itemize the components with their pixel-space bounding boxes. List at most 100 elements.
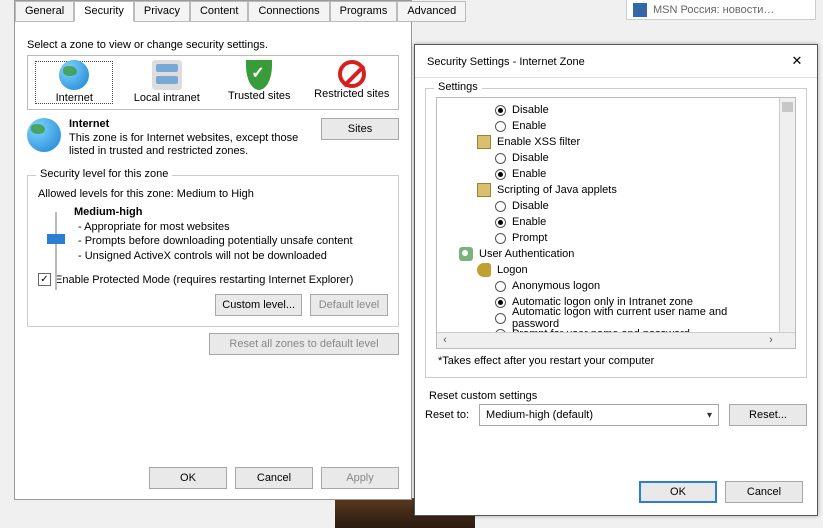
option-automatic-logon-with-current-user-name-and-password[interactable]: Automatic logon with current user name a… xyxy=(443,310,773,326)
radio-icon[interactable] xyxy=(495,105,506,116)
radio-icon[interactable] xyxy=(495,297,506,308)
protected-mode-label: Enable Protected Mode (requires restarti… xyxy=(55,274,353,286)
reset-all-zones-button[interactable]: Reset all zones to default level xyxy=(209,333,399,355)
option-anonymous-logon[interactable]: Anonymous logon xyxy=(443,278,773,294)
cancel-button[interactable]: Cancel xyxy=(725,481,803,503)
tree-label: Disable xyxy=(512,104,549,116)
tab-content[interactable]: Content xyxy=(190,1,249,22)
tab-connections[interactable]: Connections xyxy=(248,1,329,22)
category-scripting-of-java-applets: Scripting of Java applets xyxy=(443,182,773,198)
zone-local-intranet[interactable]: Local intranet xyxy=(127,60,207,105)
reset-button[interactable]: Reset... xyxy=(729,404,807,426)
option-enable[interactable]: Enable xyxy=(443,118,773,134)
ok-button[interactable]: OK xyxy=(639,481,717,503)
zone-restricted-sites[interactable]: Restricted sites xyxy=(312,60,392,105)
zone-trusted-sites[interactable]: Trusted sites xyxy=(219,60,299,105)
apply-button[interactable]: Apply xyxy=(321,467,399,489)
category-enable-xss-filter: Enable XSS filter xyxy=(443,134,773,150)
zone-list: Internet Local intranet Trusted sites Restr… xyxy=(27,55,399,110)
slider-thumb-icon[interactable] xyxy=(47,234,65,244)
cancel-button[interactable]: Cancel xyxy=(235,467,313,489)
horizontal-scrollbar[interactable]: ‹ › xyxy=(437,332,795,348)
option-disable[interactable]: Disable xyxy=(443,102,773,118)
security-level-group: Security level for this zone Allowed lev… xyxy=(27,175,399,327)
tab-advanced[interactable]: Advanced xyxy=(397,1,466,22)
tab-programs[interactable]: Programs xyxy=(330,1,398,22)
servers-icon xyxy=(152,60,182,90)
security-tab-body: Select a zone to view or change security… xyxy=(15,23,411,365)
level-bullet: - Prompts before downloading potentially… xyxy=(78,234,353,248)
close-icon[interactable]: ✕ xyxy=(787,53,807,71)
users-icon xyxy=(459,247,473,261)
scroll-right-icon[interactable]: › xyxy=(763,333,779,349)
protected-mode-checkbox[interactable]: ✓ xyxy=(38,273,51,286)
radio-icon[interactable] xyxy=(495,217,506,228)
tabstrip: GeneralSecurityPrivacyContentConnections… xyxy=(15,1,411,23)
option-enable[interactable]: Enable xyxy=(443,214,773,230)
default-level-button[interactable]: Default level xyxy=(310,294,388,316)
radio-icon[interactable] xyxy=(495,201,506,212)
tree-label: Enable xyxy=(512,216,546,228)
custom-level-button[interactable]: Custom level... xyxy=(215,294,302,316)
tree-label: Automatic logon with current user name a… xyxy=(512,306,773,330)
slider-track xyxy=(55,212,57,290)
reset-level-combo[interactable]: Medium-high (default) ▾ xyxy=(479,404,719,426)
radio-icon[interactable] xyxy=(495,313,506,324)
sites-button[interactable]: Sites xyxy=(321,118,399,140)
tab-security[interactable]: Security xyxy=(74,1,134,22)
background-browser-tab: MSN Россия: новости… xyxy=(626,0,816,20)
radio-icon[interactable] xyxy=(495,169,506,180)
settings-legend: Settings xyxy=(434,81,482,93)
combo-value: Medium-high (default) xyxy=(486,409,593,421)
level-name: Medium-high xyxy=(74,206,353,218)
ok-button[interactable]: OK xyxy=(149,467,227,489)
tree-label: Enable xyxy=(512,120,546,132)
background-tab-title: MSN Россия: новости… xyxy=(653,4,774,16)
chevron-down-icon: ▾ xyxy=(707,410,712,421)
tree-label: User Authentication xyxy=(479,248,574,260)
radio-icon[interactable] xyxy=(495,121,506,132)
tree-label: Anonymous logon xyxy=(512,280,600,292)
tree-label: Disable xyxy=(512,152,549,164)
tab-privacy[interactable]: Privacy xyxy=(134,1,190,22)
zone-desc-title: Internet xyxy=(69,118,321,130)
category-user-authentication: User Authentication xyxy=(443,246,773,262)
shield-check-icon xyxy=(246,60,272,90)
zone-desc-text: This zone is for Internet websites, exce… xyxy=(69,132,321,160)
zone-label: Local intranet xyxy=(127,92,207,105)
internet-options-dialog: GeneralSecurityPrivacyContentConnections… xyxy=(14,0,412,500)
zone-label: Restricted sites xyxy=(312,88,392,101)
radio-icon[interactable] xyxy=(495,281,506,292)
zone-description: Internet This zone is for Internet websi… xyxy=(27,118,399,160)
tree-label: Disable xyxy=(512,200,549,212)
radio-icon[interactable] xyxy=(495,233,506,244)
option-disable[interactable]: Disable xyxy=(443,198,773,214)
dialog-title: Security Settings - Internet Zone xyxy=(427,56,585,68)
radio-icon[interactable] xyxy=(495,153,506,164)
vertical-scrollbar[interactable] xyxy=(779,98,795,332)
tree-label: Prompt xyxy=(512,232,547,244)
settings-tree[interactable]: Disable Enable Enable XSS filter Disable Ena… xyxy=(436,97,796,349)
tab-general[interactable]: General xyxy=(15,1,74,22)
option-enable[interactable]: Enable xyxy=(443,166,773,182)
globe-icon xyxy=(27,118,61,152)
option-disable[interactable]: Disable xyxy=(443,150,773,166)
restricted-icon xyxy=(338,60,366,88)
scroll-thumb-icon[interactable] xyxy=(782,102,793,112)
tree-label: Logon xyxy=(497,264,528,276)
zone-internet[interactable]: Internet xyxy=(34,60,114,105)
page-icon xyxy=(477,183,491,197)
option-prompt[interactable]: Prompt xyxy=(443,230,773,246)
tree-label: Enable xyxy=(512,168,546,180)
level-bullet: - Appropriate for most websites xyxy=(78,220,353,234)
security-level-slider[interactable] xyxy=(38,206,74,263)
key-icon xyxy=(477,263,491,277)
page-icon xyxy=(477,135,491,149)
zone-label: Internet xyxy=(34,92,114,105)
globe-icon xyxy=(59,60,89,90)
reset-to-label: Reset to: xyxy=(425,409,469,421)
tree-label: Enable XSS filter xyxy=(497,136,580,148)
favicon-icon xyxy=(633,3,647,17)
scroll-left-icon[interactable]: ‹ xyxy=(437,333,453,349)
titlebar: Security Settings - Internet Zone ✕ xyxy=(415,45,817,78)
